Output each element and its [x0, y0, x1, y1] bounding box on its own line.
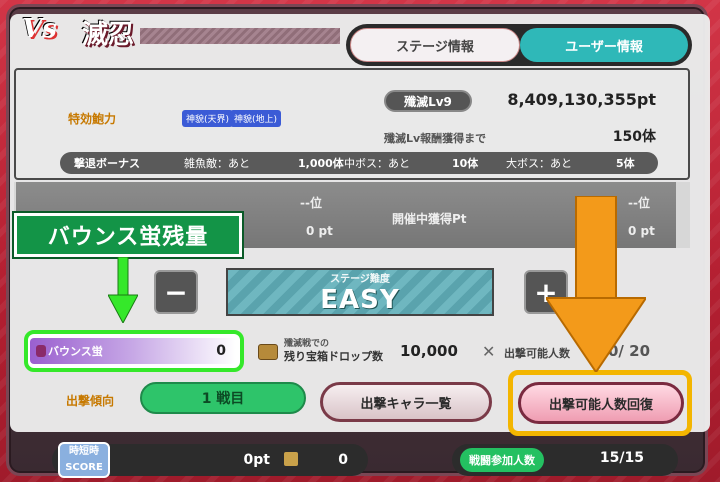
battle-participants: 戦闘参加人数 15/15 [452, 444, 678, 476]
character-list-button[interactable]: 出撃キャラ一覧 [320, 382, 492, 422]
score-tag: 時短時 SCORE [58, 442, 110, 478]
next-reward-value: 150体 [612, 129, 656, 145]
recover-players-button[interactable]: 出撃可能人数回復 [518, 382, 684, 424]
ticket-icon [284, 452, 298, 466]
total-points: 8,409,130,355pt [507, 90, 656, 109]
bounce-annotation-label: バウンス蛍残量 [12, 211, 244, 259]
bonus-mid-label: 中ボス：あと [344, 157, 410, 170]
tab-user-info[interactable]: ユーザー情報 [520, 28, 688, 62]
difficulty-minus-button[interactable]: − [154, 270, 198, 314]
vs-logo: Vs [22, 14, 57, 44]
left-rank: --位 [300, 196, 322, 210]
firefly-icon [36, 345, 46, 357]
sortie-tendency-label: 出撃傾向 [66, 394, 115, 408]
difficulty-value: EASY [320, 284, 400, 315]
chest-drop-info: 殲滅戦での 残り宝箱ドロップ数 10,000 [258, 336, 468, 368]
bonus-big-label: 大ボス：あと [506, 157, 572, 170]
chest-value: 10,000 [400, 342, 458, 360]
bonus-label: 撃退ボーナス [74, 157, 140, 170]
tab-stage-info[interactable]: ステージ情報 [350, 28, 520, 62]
title-decoration [140, 28, 340, 44]
bonus-mid-value: 10体 [452, 157, 479, 170]
special-power-label: 特効鮑力 [68, 112, 117, 126]
score-tag-line1: 時短時 [69, 446, 99, 457]
ticket-count: 0 [338, 452, 348, 468]
level-badge: 殲滅Lv9 [384, 90, 472, 112]
bounce-value: 0 [216, 343, 226, 359]
chip-heaven: 神貌(天界) [182, 110, 234, 127]
green-down-arrow [108, 257, 138, 323]
earned-pt-label: 開催中獲得Pt [392, 212, 467, 226]
page-title: 滅忍 [82, 20, 135, 50]
bounce-firefly-meter: バウンス蛍 0 [30, 338, 236, 364]
score-points: 0pt [243, 452, 270, 468]
bonus-minor-value: 1,000体 [298, 157, 344, 170]
participants-label: 戦闘参加人数 [460, 448, 544, 472]
battle-number-pill: 1 戦目 [140, 382, 306, 414]
participants-value: 15/15 [599, 450, 644, 466]
chest-label-line2: 残り宝箱ドロップ数 [284, 350, 383, 363]
score-tag-line2: SCORE [65, 462, 103, 473]
next-reward-label: 殲滅Lv報酬獲得まで [384, 132, 487, 145]
orange-down-arrow [546, 196, 646, 372]
bounce-name: バウンス蛍 [48, 345, 103, 358]
difficulty-display: ステージ難度 EASY [226, 268, 494, 316]
swords-icon: ✕ [482, 342, 496, 361]
bonus-minor-label: 雑魚敵：あと [184, 157, 250, 170]
difficulty-label: ステージ難度 [330, 273, 390, 285]
chest-icon [258, 344, 278, 360]
tab-bar: ステージ情報 ユーザー情報 [346, 24, 692, 66]
chip-earth: 神貌(地上) [230, 110, 282, 127]
bonus-big-value: 5体 [616, 157, 635, 170]
left-points: 0 pt [306, 224, 333, 238]
defeat-bonus-bar: 撃退ボーナス 雑魚敵：あと 1,000体 中ボス：あと 10体 大ボス：あと 5… [60, 152, 658, 174]
